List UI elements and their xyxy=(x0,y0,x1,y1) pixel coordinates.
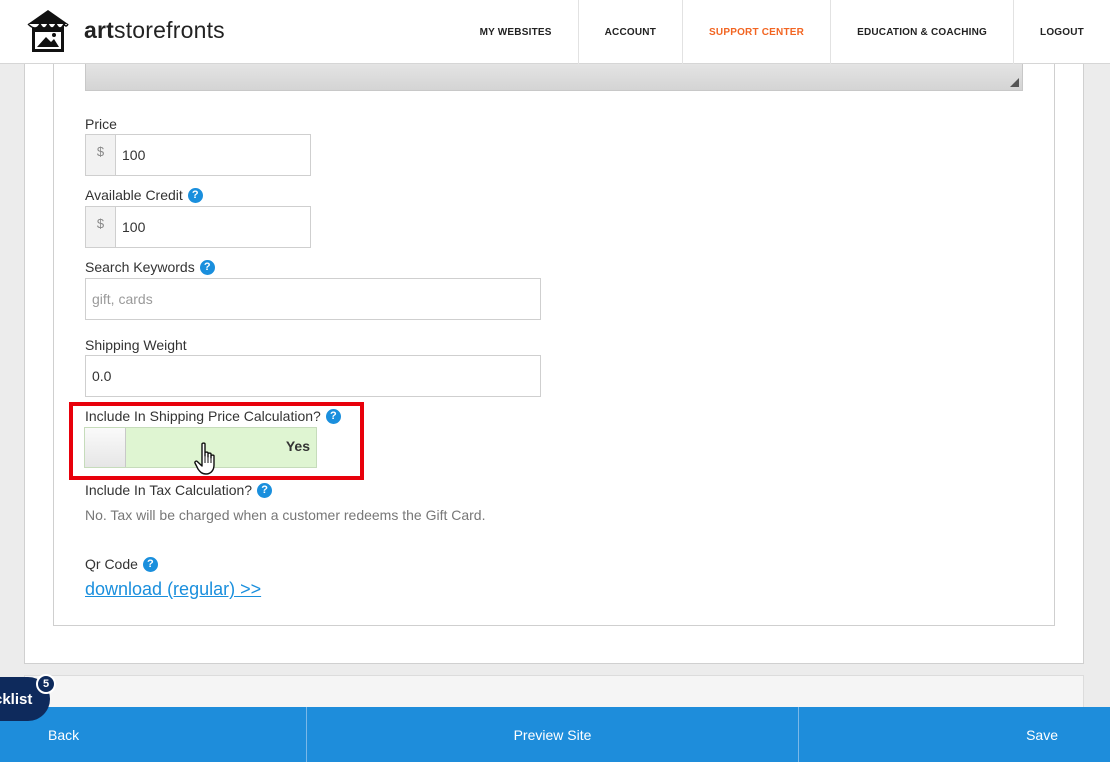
shipping-weight-label: Shipping Weight xyxy=(85,337,187,353)
brand-name[interactable]: artstorefronts xyxy=(84,17,225,44)
help-icon[interactable]: ? xyxy=(142,556,158,572)
hand-cursor-icon xyxy=(194,442,215,475)
shipping-weight-input[interactable]: 0.0 xyxy=(85,355,541,397)
price-currency-addon: $ xyxy=(85,134,116,176)
qr-download-link[interactable]: download (regular) >> xyxy=(85,579,261,600)
bottom-action-bar: Back Preview Site Save xyxy=(0,707,1110,762)
checklist-count-badge: 5 xyxy=(36,674,56,694)
nav-account[interactable]: ACCOUNT xyxy=(577,0,682,64)
checklist-label: cklist xyxy=(0,690,33,708)
search-keywords-label: Search Keywords? xyxy=(85,259,215,275)
resize-handle-icon[interactable] xyxy=(1010,78,1019,87)
back-button[interactable]: Back xyxy=(0,707,307,762)
help-icon[interactable]: ? xyxy=(257,482,273,498)
nav-my-websites[interactable]: MY WEBSITES xyxy=(454,0,578,64)
available-credit-input[interactable]: 100 xyxy=(115,206,311,248)
nav-support-center[interactable]: SUPPORT CENTER xyxy=(682,0,830,64)
search-keywords-label-text: Search Keywords xyxy=(85,259,195,275)
nav-logout[interactable]: LOGOUT xyxy=(1013,0,1110,64)
nav-education-coaching[interactable]: EDUCATION & COACHING xyxy=(830,0,1013,64)
include-tax-label: Include In Tax Calculation?? xyxy=(85,482,273,498)
brand-suffix: storefronts xyxy=(114,17,225,43)
help-icon[interactable]: ? xyxy=(199,259,215,275)
main-nav: MY WEBSITES ACCOUNT SUPPORT CENTER EDUCA… xyxy=(454,0,1110,64)
available-credit-label-text: Available Credit xyxy=(85,187,183,203)
brand-prefix: art xyxy=(84,17,115,43)
price-label-text: Price xyxy=(85,116,117,132)
available-credit-label: Available Credit? xyxy=(85,187,203,203)
price-input[interactable]: 100 xyxy=(115,134,311,176)
help-icon[interactable]: ? xyxy=(187,187,203,203)
shipping-weight-label-text: Shipping Weight xyxy=(85,337,187,353)
include-tax-label-text: Include In Tax Calculation? xyxy=(85,482,253,498)
toggle-knob[interactable] xyxy=(85,428,126,467)
preview-site-button[interactable]: Preview Site xyxy=(307,707,799,762)
gift-card-form-panel xyxy=(53,40,1055,626)
artstorefronts-logo-icon[interactable] xyxy=(24,8,72,54)
qr-code-label-text: Qr Code xyxy=(85,556,138,572)
tax-note: No. Tax will be charged when a customer … xyxy=(85,507,486,523)
save-button[interactable]: Save xyxy=(799,707,1110,762)
price-label: Price xyxy=(85,116,117,132)
top-header: artstorefronts MY WEBSITES ACCOUNT SUPPO… xyxy=(0,0,1110,64)
search-keywords-input[interactable]: gift, cards xyxy=(85,278,541,320)
toggle-value: Yes xyxy=(285,438,310,454)
available-credit-currency-addon: $ xyxy=(85,206,116,248)
qr-code-label: Qr Code? xyxy=(85,556,158,572)
description-textarea[interactable] xyxy=(85,64,1023,91)
